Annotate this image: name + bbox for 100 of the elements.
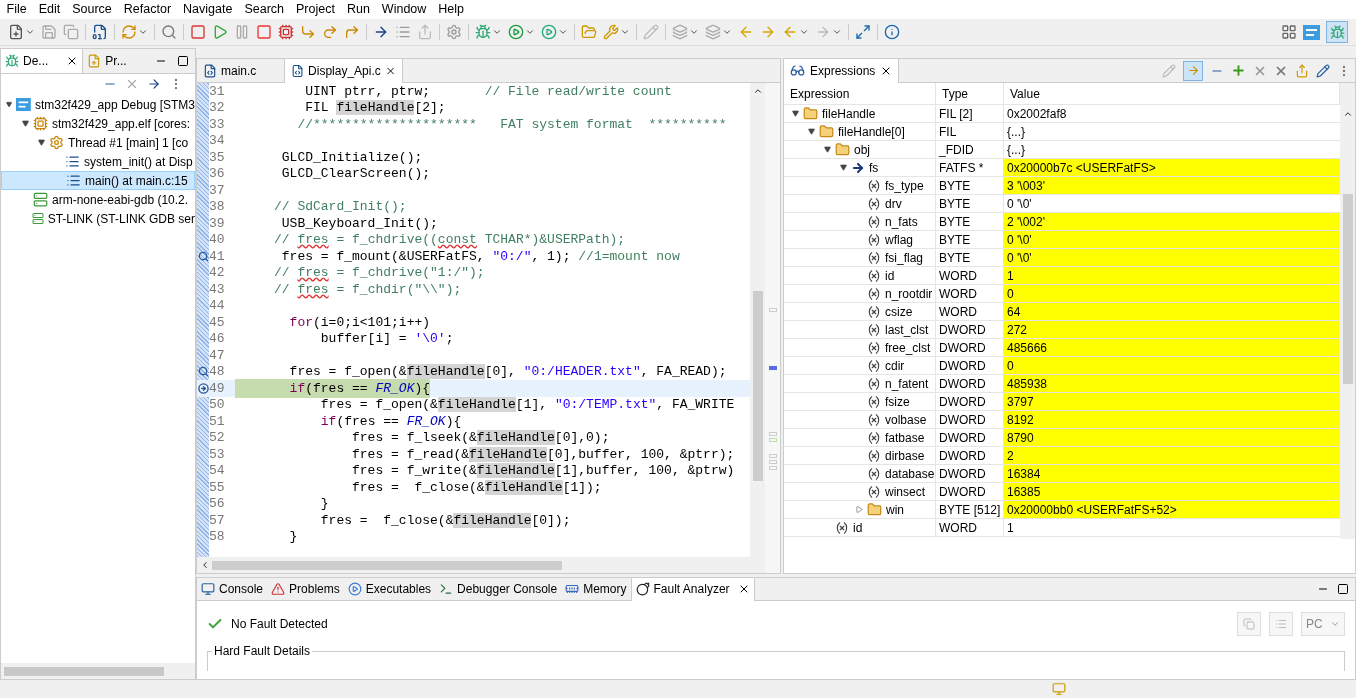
menu-item[interactable]: Navigate	[177, 0, 238, 19]
line-number: 37	[209, 181, 226, 200]
view-tab[interactable]: Console	[197, 577, 268, 601]
debug-tree-item[interactable]: main() at main.c:15	[1, 171, 195, 190]
value-cell[interactable]: 0x2002faf8	[1004, 105, 1340, 122]
expression-cell[interactable]: fs_type	[784, 177, 936, 194]
expression-cell[interactable]: n_rootdir	[784, 285, 936, 302]
column-header[interactable]: Type	[936, 83, 1004, 104]
value-cell[interactable]: 0 '\0'	[1004, 195, 1340, 212]
expression-cell[interactable]: fs	[784, 159, 936, 176]
code-line: if(fres == FR_OK){	[319, 412, 462, 431]
expression-cell[interactable]: cdir	[784, 357, 936, 374]
value-cell[interactable]: {...}	[1004, 141, 1340, 158]
code-line: buffer[i] = '\0';	[319, 330, 454, 348]
type-cell: BYTE	[936, 195, 1004, 212]
view-tab[interactable]: De...	[1, 49, 84, 73]
value-cell[interactable]: 272	[1004, 321, 1340, 338]
line-number: 53	[209, 445, 226, 464]
debug-tree-item[interactable]: stm32f429_app Debug [STM3	[1, 95, 195, 114]
menu-item[interactable]: Window	[376, 0, 432, 19]
menu-item[interactable]: Edit	[33, 0, 66, 19]
value-cell[interactable]: 1	[1004, 267, 1340, 284]
menu-item[interactable]: Refactor	[118, 0, 177, 19]
value-cell[interactable]: 0 '\0'	[1004, 231, 1340, 248]
value-cell[interactable]: 0x20000b7c <USERFatFS>	[1004, 159, 1340, 176]
expression-cell[interactable]: fatbase	[784, 429, 936, 446]
value-cell[interactable]: 8192	[1004, 411, 1340, 428]
expression-cell[interactable]: n_fats	[784, 213, 936, 230]
expression-cell[interactable]: fsize	[784, 393, 936, 410]
expression-cell[interactable]: volbase	[784, 411, 936, 428]
value-cell[interactable]: 64	[1004, 303, 1340, 320]
line-number: 54	[209, 462, 226, 480]
expression-cell[interactable]: dirbase	[784, 447, 936, 464]
debug-tree-item[interactable]: stm32f429_app.elf [cores:	[1, 114, 195, 133]
type-cell: FIL	[936, 123, 1004, 140]
menu-item[interactable]: Run	[341, 0, 376, 19]
expression-cell[interactable]: id	[784, 267, 936, 284]
view-tab[interactable]: Pr...	[83, 49, 131, 73]
line-number: 43	[209, 280, 226, 299]
code-line: fres = f_mount(&USERFatFS, "0:/", 1); //1=mount now	[280, 247, 680, 266]
value-cell[interactable]: 16385	[1004, 483, 1340, 500]
expression-cell[interactable]: wflag	[784, 231, 936, 248]
menu-item[interactable]: Help	[432, 0, 470, 19]
menu-item[interactable]: Search	[238, 0, 290, 19]
value-cell[interactable]: 2 '\002'	[1004, 213, 1340, 230]
value-cell[interactable]: {...}	[1004, 123, 1340, 140]
line-number: 44	[209, 297, 226, 315]
code-line: USB_Keyboard_Init();	[280, 214, 438, 233]
value-cell[interactable]: 0 '\0'	[1004, 249, 1340, 266]
menu-item[interactable]: File	[1, 0, 33, 19]
value-cell[interactable]: 16384	[1004, 465, 1340, 482]
code-line: // fres = f_chdrive((const TCHAR*)&USERPath);	[273, 231, 626, 249]
debug-tree-item[interactable]: Thread #1 [main] 1 [co	[1, 133, 195, 152]
value-cell[interactable]: 2	[1004, 447, 1340, 464]
view-tab[interactable]: Executables	[343, 577, 436, 601]
line-number: 31	[209, 83, 226, 101]
line-number: 58	[209, 528, 226, 546]
expression-cell[interactable]: csize	[784, 303, 936, 320]
view-tab[interactable]: Memory	[561, 577, 631, 601]
view-tab[interactable]: Problems	[267, 577, 344, 601]
value-cell[interactable]: 3 '\003'	[1004, 177, 1340, 194]
expression-cell[interactable]: fileHandle[0]	[784, 123, 936, 140]
expression-cell[interactable]: fsi_flag	[784, 249, 936, 266]
expression-cell[interactable]: obj	[784, 141, 936, 158]
line-number: 39	[209, 214, 226, 233]
expression-cell[interactable]: id	[784, 519, 936, 536]
view-tab[interactable]: Expressions	[784, 58, 900, 83]
code-line: fres = f_read(&fileHandle[0],buffer, 100, &ptrr);	[351, 445, 735, 464]
code-line: }	[319, 495, 329, 513]
value-cell[interactable]: 0	[1004, 357, 1340, 374]
code-line: // fres = f_chdrive("1:/");	[273, 264, 485, 282]
value-cell[interactable]: 0x20000bb0 <USERFatFS+52>	[1004, 501, 1340, 518]
value-cell[interactable]: 485666	[1004, 339, 1340, 356]
menu-item[interactable]: Source	[66, 0, 118, 19]
value-cell[interactable]: 0	[1004, 285, 1340, 302]
view-tab[interactable]: Debugger Console	[435, 577, 562, 601]
value-cell[interactable]: 485938	[1004, 375, 1340, 392]
value-cell[interactable]: 1	[1004, 519, 1340, 536]
debug-tree-item[interactable]: ST-LINK (ST-LINK GDB ser	[1, 209, 195, 228]
menu-item[interactable]: Project	[290, 0, 341, 19]
line-number: 57	[209, 511, 226, 530]
expression-cell[interactable]: winsect	[784, 483, 936, 500]
column-header[interactable]: Expression	[784, 83, 936, 104]
value-cell[interactable]: 8790	[1004, 429, 1340, 446]
view-tab[interactable]: Fault Analyzer	[630, 577, 755, 601]
expression-cell[interactable]: fileHandle	[784, 105, 936, 122]
code-line: // fres = f_chdir("\\");	[273, 280, 462, 299]
expression-cell[interactable]: free_clst	[784, 339, 936, 356]
debug-tree-item[interactable]: arm-none-eabi-gdb (10.2.	[1, 190, 195, 209]
debug-tree-item[interactable]: system_init() at Disp	[1, 152, 195, 171]
expression-cell[interactable]: database	[784, 465, 936, 482]
expression-cell[interactable]: drv	[784, 195, 936, 212]
editor-tab[interactable]: Display_Api.c	[285, 59, 403, 83]
value-cell[interactable]: 3797	[1004, 393, 1340, 410]
expression-cell[interactable]: n_fatent	[784, 375, 936, 392]
expression-cell[interactable]: win	[784, 501, 936, 518]
code-line: UINT ptrr, ptrw; // File read/write count	[304, 83, 672, 101]
line-number: 40	[209, 231, 226, 249]
expression-cell[interactable]: last_clst	[784, 321, 936, 338]
fault-status: No Fault Detected	[231, 616, 328, 633]
